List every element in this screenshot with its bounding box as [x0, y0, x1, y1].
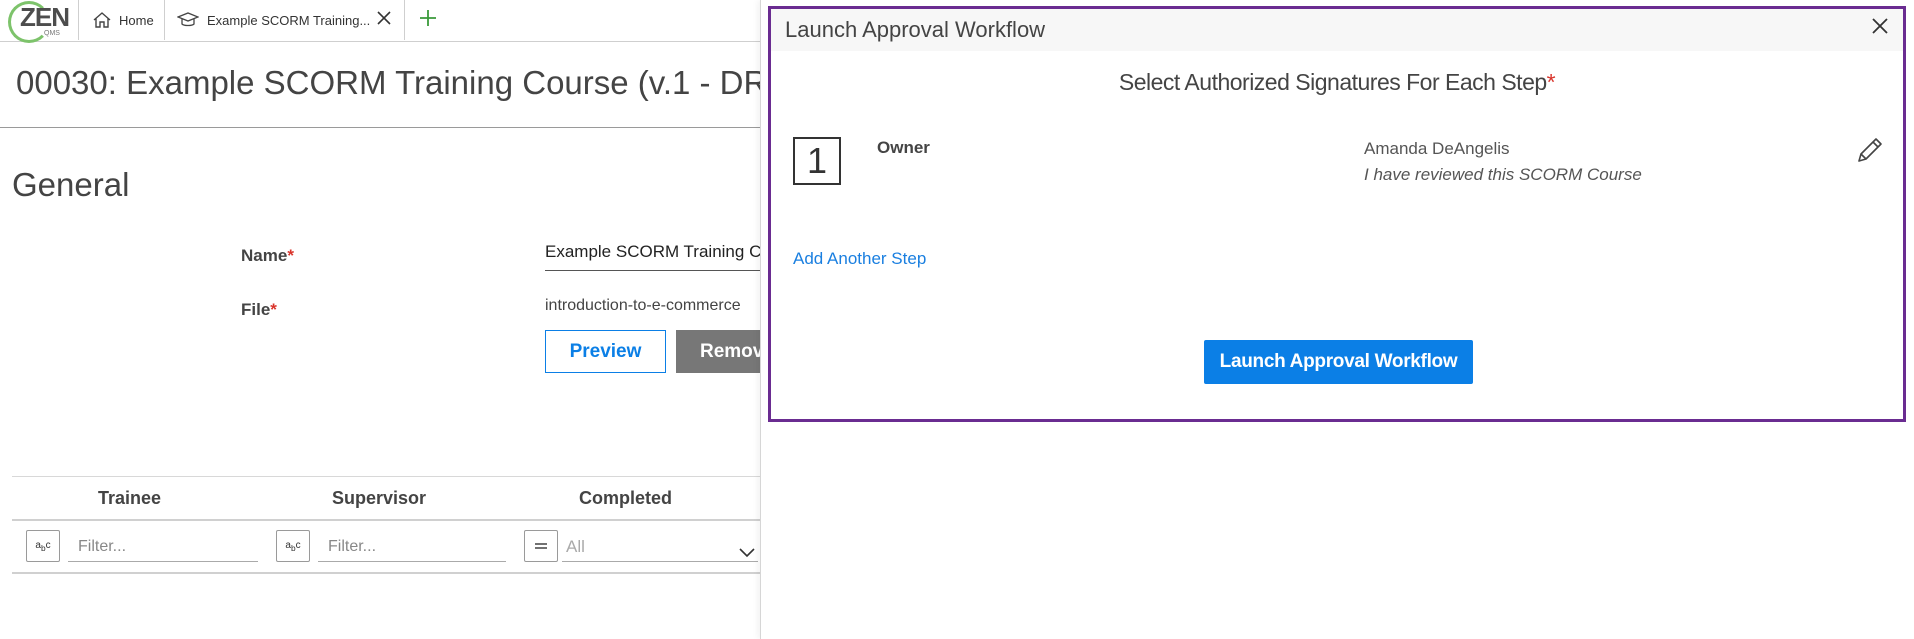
tab-course[interactable]: Example SCORM Training... [165, 0, 405, 40]
dialog-title: Launch Approval Workflow [785, 17, 1046, 42]
add-another-step-link[interactable]: Add Another Step [793, 249, 926, 269]
preview-button[interactable]: Preview [545, 330, 666, 373]
chevron-down-icon [738, 538, 756, 568]
abc-filter-icon: abc [285, 539, 301, 553]
text-filter-operator-button[interactable]: abc [276, 530, 310, 562]
dialog-header: Launch Approval Workflow [771, 9, 1903, 51]
dialog-subtitle: Select Authorized Signatures For Each St… [771, 69, 1903, 96]
title-divider [0, 127, 770, 128]
name-label-text: Name [241, 246, 288, 265]
required-mark: * [287, 246, 294, 265]
grid-header-border [12, 519, 772, 521]
completed-filter-select[interactable]: All [562, 532, 758, 562]
abc-filter-icon: abc [35, 539, 51, 553]
grid-top-border [12, 476, 772, 477]
file-name: introduction-to-e-commerce [545, 297, 741, 314]
signer-name: Amanda DeAngelis [1364, 139, 1510, 158]
section-title-general: General [12, 166, 130, 203]
add-tab-icon[interactable] [418, 8, 438, 33]
grid-filter-border [12, 572, 772, 574]
close-tab-icon[interactable] [376, 10, 392, 29]
launch-approval-workflow-button[interactable]: Launch Approval Workflow [1204, 340, 1473, 384]
file-field-label: File* [241, 300, 277, 320]
tab-home-label: Home [119, 12, 154, 28]
logo-subtext: QMS [44, 30, 60, 37]
page-title: 00030: Example SCORM Training Course (v.… [16, 64, 790, 101]
text-filter-operator-button[interactable]: abc [26, 530, 60, 562]
tab-course-label: Example SCORM Training... [207, 12, 371, 28]
close-icon[interactable] [1871, 17, 1889, 40]
supervisor-filter-input[interactable]: Filter... [318, 532, 506, 562]
zen-qms-logo[interactable]: ZEN QMS [4, 0, 74, 43]
trainee-filter-input[interactable]: Filter... [68, 532, 258, 562]
name-input[interactable]: Example SCORM Training Co [545, 242, 785, 271]
logo-text: ZEN [20, 2, 70, 32]
home-icon [93, 12, 111, 28]
column-header-supervisor[interactable]: Supervisor [332, 488, 426, 509]
equals-filter-operator-button[interactable] [524, 530, 558, 562]
equals-icon [535, 543, 547, 549]
column-header-completed[interactable]: Completed [579, 488, 672, 509]
pencil-icon[interactable] [1855, 135, 1885, 170]
graduation-cap-icon [177, 12, 199, 28]
required-mark: * [1546, 69, 1556, 95]
file-label-text: File [241, 300, 271, 319]
name-field-label: Name* [241, 246, 294, 266]
column-header-trainee[interactable]: Trainee [98, 488, 161, 509]
launch-approval-workflow-dialog: Launch Approval Workflow Select Authoriz… [768, 6, 1906, 422]
required-mark: * [270, 300, 277, 319]
step-role: Owner [877, 138, 930, 157]
tab-home[interactable]: Home [78, 0, 165, 40]
completed-filter-value: All [566, 537, 585, 556]
step-number: 1 [793, 137, 841, 185]
dialog-subtitle-text: Select Authorized Signatures For Each St… [1118, 69, 1547, 95]
signer-statement: I have reviewed this SCORM Course [1364, 165, 1642, 184]
